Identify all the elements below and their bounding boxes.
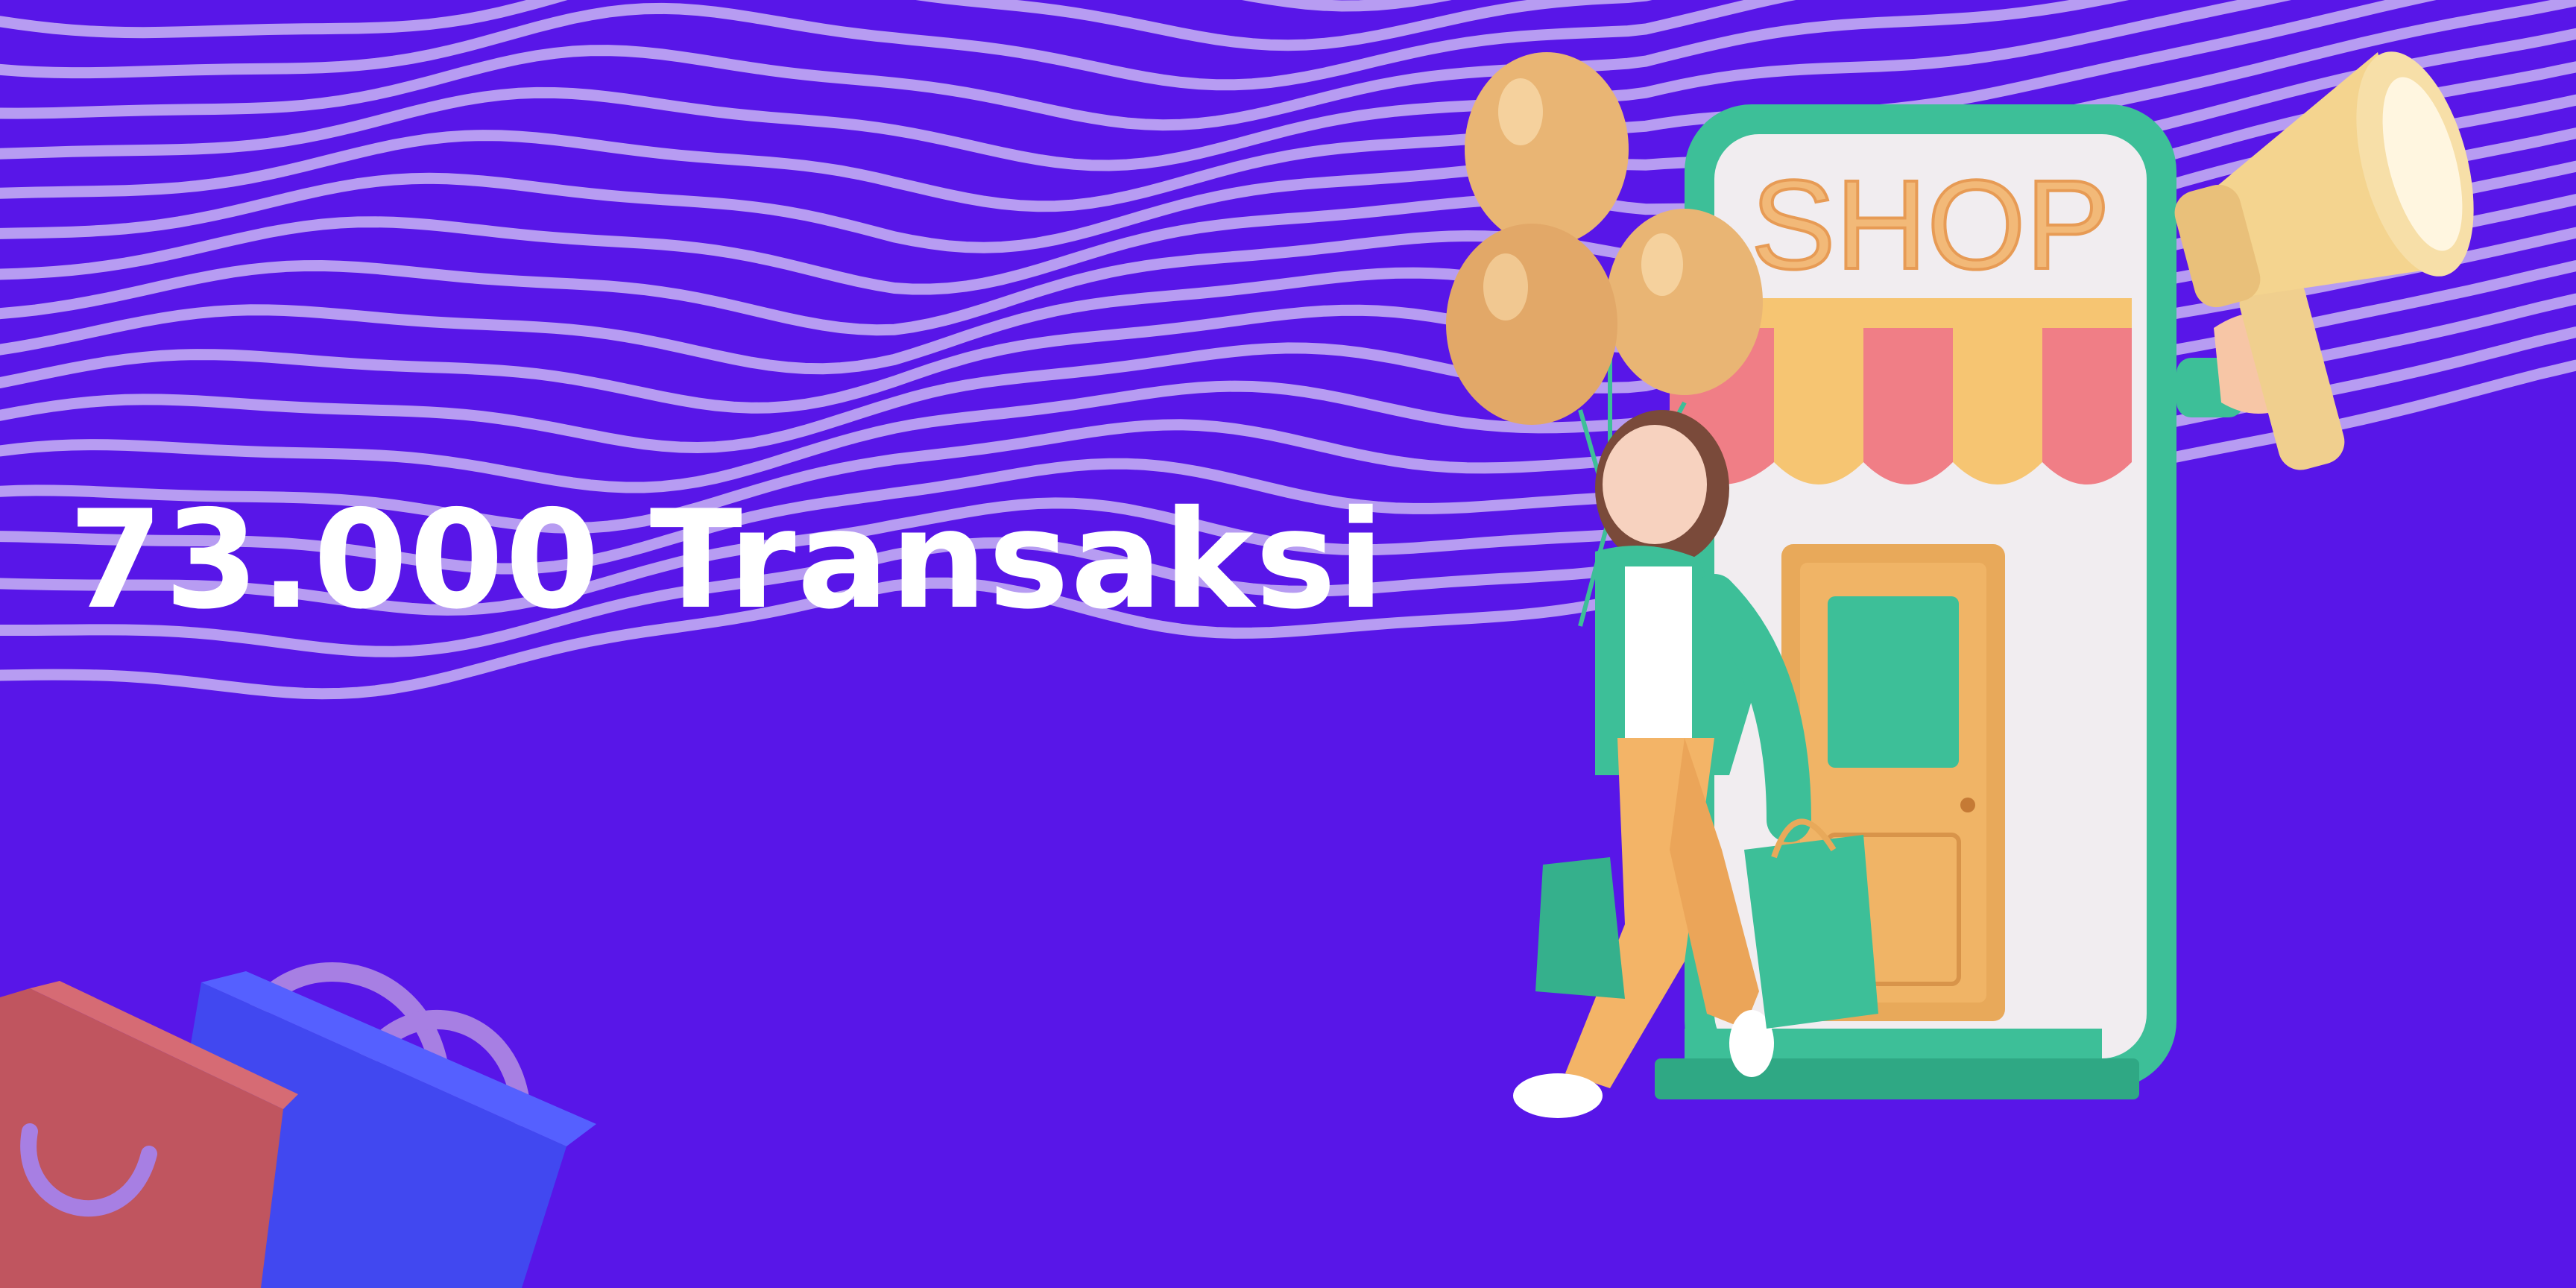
shopping-bags-illustration: [0, 962, 596, 1288]
shop-sign-text: SHOP: [1751, 154, 2110, 296]
shopping-bag-icon: [1744, 835, 1878, 1029]
banner-canvas: 73.000 Transaksi SHOP: [0, 0, 2576, 1288]
megaphone-icon: [2174, 51, 2474, 470]
balloon-icon: [1606, 209, 1763, 395]
shop-illustration: SHOP: [1446, 51, 2474, 1118]
balloon-icon: [1465, 52, 1629, 246]
headline-text: 73.000 Transaksi: [69, 481, 1386, 639]
wave-stripe: [1241, 0, 1452, 12]
balloon-icon: [1446, 224, 1617, 425]
shopping-bag-icon: [1535, 857, 1625, 999]
shop-door-window: [1828, 596, 1959, 768]
door-knob: [1960, 798, 1975, 812]
